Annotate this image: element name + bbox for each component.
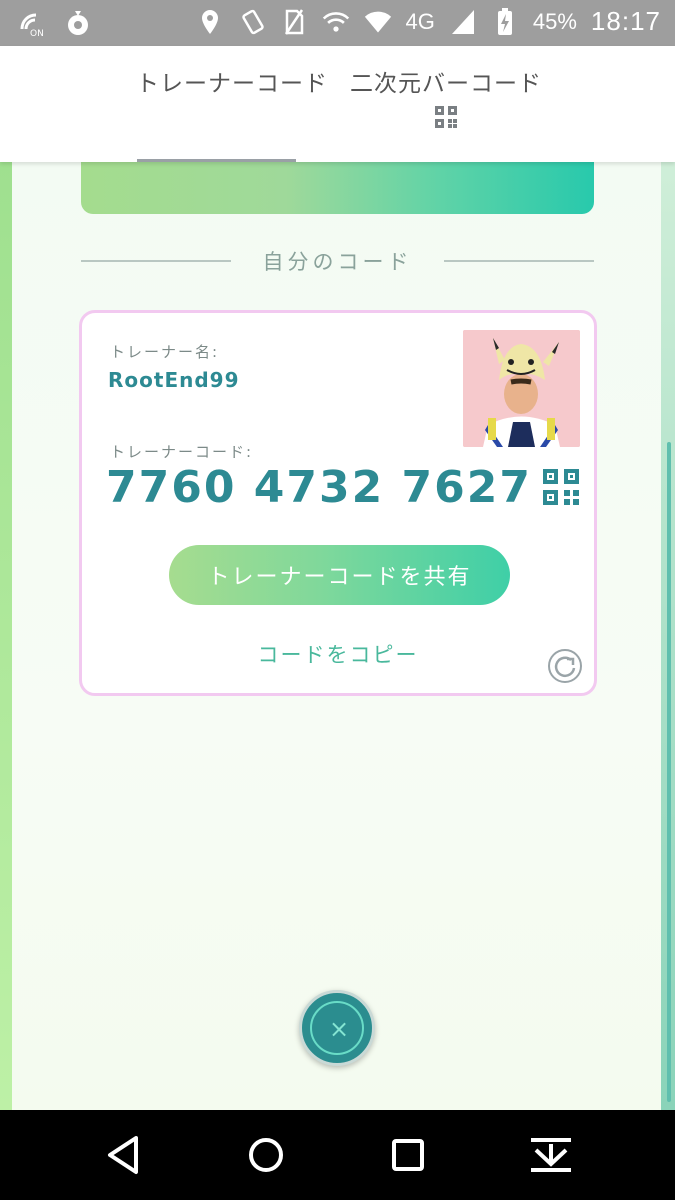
signal-icon: [449, 7, 477, 37]
battery-charging-icon: [491, 7, 519, 37]
no-sim-icon: [280, 7, 308, 37]
tab-qr-code[interactable]: 二次元バーコード: [350, 64, 542, 128]
location-icon: [196, 7, 224, 37]
tab-qr-label: 二次元バーコード: [350, 71, 542, 97]
vibrate-icon: [238, 7, 266, 37]
recents-button[interactable]: [383, 1130, 433, 1180]
svg-text:ON: ON: [30, 29, 44, 37]
back-button[interactable]: [100, 1130, 150, 1180]
home-icon: [249, 1138, 283, 1172]
qr-code-icon: [435, 106, 457, 128]
trainer-name-label: トレーナー名:: [110, 343, 220, 361]
navigation-bar: [0, 1110, 675, 1200]
home-button[interactable]: [241, 1130, 291, 1180]
volte-icon: ON: [18, 8, 46, 38]
scrollbar[interactable]: [667, 442, 671, 1102]
copy-code-link[interactable]: コードをコピー: [82, 639, 594, 669]
wifi-call-icon: [322, 7, 350, 37]
status-bar: ON 4G 45% 18:17: [0, 0, 675, 46]
trainer-name-value: RootEnd99: [108, 368, 240, 392]
main-content[interactable]: 自分のコード トレーナー名: RootEnd99 トレーナーコード: 7760 …: [0, 162, 675, 1110]
recents-icon: [392, 1139, 424, 1171]
notification-pull-icon: [531, 1138, 571, 1172]
left-edge-decoration: [0, 162, 12, 1110]
back-icon: [108, 1136, 138, 1174]
tab-bar: トレーナーコード 二次元バーコード: [0, 46, 675, 162]
active-tab-indicator: [137, 159, 296, 162]
trainer-code-value: 7760 4732 7627: [106, 462, 533, 513]
wifi-icon: [364, 7, 392, 37]
avatar: [463, 330, 580, 447]
battery-percent: 45%: [532, 8, 577, 34]
divider-line-right: [444, 260, 594, 262]
notification-pull-button[interactable]: [526, 1130, 576, 1180]
refresh-icon: [548, 649, 582, 683]
trainer-code-label: トレーナーコード:: [110, 443, 254, 461]
qr-code-button[interactable]: [543, 469, 579, 505]
section-divider: 自分のコード: [81, 246, 594, 276]
close-button[interactable]: ×: [299, 990, 375, 1066]
close-button-ring: ×: [310, 1001, 364, 1055]
my-code-card: トレーナー名: RootEnd99 トレーナーコード: 7760 4732 76…: [79, 310, 597, 696]
close-icon: ×: [328, 1015, 350, 1043]
green-banner: [81, 162, 594, 214]
clock: 18:17: [590, 6, 661, 36]
tab-trainer-code[interactable]: トレーナーコード: [136, 64, 328, 98]
share-trainer-code-button[interactable]: トレーナーコードを共有: [169, 545, 510, 605]
pokemon-plus-icon: [64, 8, 92, 38]
network-type: 4G: [405, 8, 435, 34]
refresh-button[interactable]: [547, 648, 583, 684]
qr-code-icon: [543, 469, 579, 505]
